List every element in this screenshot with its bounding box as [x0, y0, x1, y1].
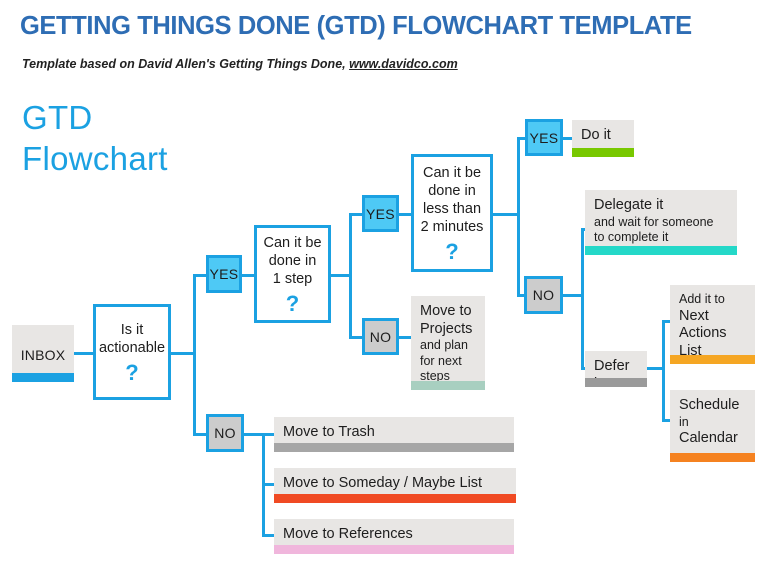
card-trash-text: Move to Trash	[283, 424, 375, 440]
decision-is-it-actionable[interactable]: Is it actionable ?	[93, 304, 171, 400]
davidco-link[interactable]: www.davidco.com	[349, 57, 458, 71]
chart-heading-line2: Flowchart	[22, 140, 168, 177]
card-delegate-title: Delegate it	[594, 197, 664, 213]
chip-actionable-yes[interactable]: YES	[206, 255, 242, 293]
decision-two-minutes-question-mark: ?	[445, 238, 459, 264]
chip-one-step-yes-label: YES	[366, 205, 395, 222]
page-title: GETTING THINGS DONE (GTD) FLOWCHART TEMP…	[20, 12, 692, 40]
card-move-to-references[interactable]: Move to References	[274, 519, 514, 554]
chip-one-step-no[interactable]: NO	[362, 318, 399, 355]
connector-one-step-down	[349, 274, 352, 338]
card-defer-it[interactable]: Defer it	[585, 351, 647, 387]
card-move-to-someday[interactable]: Move to Someday / Maybe List	[274, 468, 516, 503]
card-next-actions-title: Next Actions List	[679, 307, 727, 359]
card-do-it-text: Do it	[581, 127, 611, 143]
card-projects-detail: and plan for next steps	[420, 338, 468, 383]
chip-two-minutes-yes[interactable]: YES	[525, 119, 563, 156]
chip-one-step-yes[interactable]: YES	[362, 195, 399, 232]
decision-one-step-text: Can it be done in 1 step	[263, 234, 322, 287]
chart-heading-line1: GTD	[22, 99, 93, 136]
chip-actionable-yes-label: YES	[209, 266, 239, 282]
subtitle-text: Template based on David Allen's Getting …	[22, 57, 346, 71]
card-trash-accent-bar	[274, 443, 514, 452]
card-delegate[interactable]: Delegate it and wait for someone to comp…	[585, 190, 737, 255]
decision-one-step-question-mark: ?	[285, 290, 300, 316]
connector-two-min-up	[517, 137, 520, 216]
card-do-it[interactable]: Do it	[572, 120, 634, 157]
chip-two-minutes-yes-label: YES	[529, 129, 559, 146]
chip-actionable-no-label: NO	[214, 425, 236, 441]
card-calendar-line2: in	[679, 414, 689, 429]
card-delegate-detail: and wait for someone to complete it	[594, 214, 714, 245]
decision-two-minutes-text: Can it be done in less than 2 minutes	[420, 164, 484, 235]
chart-heading: GTD Flowchart	[22, 97, 168, 179]
connector-actionable-split-up	[193, 274, 196, 355]
connector-two-minutes-out	[492, 213, 520, 216]
decision-actionable-text: Is it actionable	[98, 321, 166, 356]
card-references-text: Move to References	[283, 526, 413, 542]
chip-one-step-no-label: NO	[369, 328, 392, 345]
card-next-actions-list[interactable]: Add it to Next Actions List	[670, 285, 755, 364]
connector-one-step-up	[349, 213, 352, 277]
chip-actionable-no[interactable]: NO	[206, 414, 244, 452]
connector-inbox-to-actionable	[73, 352, 95, 355]
card-next-actions-prefix: Add it to	[679, 292, 725, 306]
connector-no-to-projects	[397, 336, 412, 339]
connector-calendar-down	[662, 367, 665, 422]
connector-defer-down	[581, 294, 584, 370]
card-move-to-projects[interactable]: Move to Projects and plan for next steps	[411, 296, 485, 390]
inbox-accent-bar	[12, 373, 74, 382]
inbox-label: INBOX	[20, 347, 66, 363]
card-next-actions-accent-bar	[670, 355, 755, 364]
decision-one-step[interactable]: Can it be done in 1 step ?	[254, 225, 331, 323]
connector-actionable-split-down	[193, 352, 196, 436]
card-move-to-trash[interactable]: Move to Trash	[274, 417, 514, 452]
page-subtitle: Template based on David Allen's Getting …	[22, 57, 458, 71]
card-someday-accent-bar	[274, 494, 516, 503]
card-delegate-accent-bar	[585, 246, 737, 255]
chip-two-minutes-no[interactable]: NO	[524, 276, 563, 314]
card-do-it-accent-bar	[572, 148, 634, 157]
card-schedule-calendar[interactable]: Schedule in Calendar	[670, 390, 755, 462]
decision-actionable-question-mark: ?	[125, 359, 139, 385]
card-calendar-line3: Calendar	[679, 430, 738, 446]
card-calendar-line1: Schedule	[679, 397, 740, 413]
card-projects-title: Move to Projects	[420, 303, 473, 337]
card-calendar-accent-bar	[670, 453, 755, 462]
chip-two-minutes-no-label: NO	[532, 287, 555, 303]
connector-next-actions-up	[662, 320, 665, 370]
node-inbox[interactable]: INBOX	[12, 325, 74, 382]
card-references-accent-bar	[274, 545, 514, 554]
card-projects-accent-bar	[411, 381, 485, 390]
card-defer-accent-bar	[585, 378, 647, 387]
card-someday-text: Move to Someday / Maybe List	[283, 475, 483, 491]
connector-delegate-up	[581, 228, 584, 297]
decision-two-minutes[interactable]: Can it be done in less than 2 minutes ?	[411, 154, 493, 272]
connector-two-min-down	[517, 213, 520, 297]
